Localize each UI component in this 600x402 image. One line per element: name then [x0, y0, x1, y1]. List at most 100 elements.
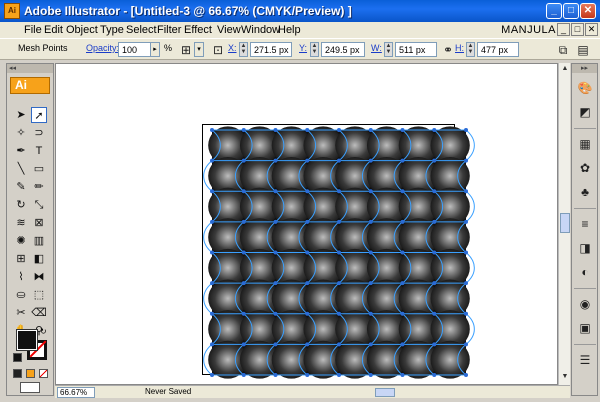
type-tool-icon[interactable]: T [31, 143, 47, 159]
y-stepper[interactable]: ▲ ▼ [310, 42, 319, 57]
transparency-panel-icon[interactable]: ◐ [577, 264, 593, 280]
mesh-point [305, 281, 310, 286]
horizontal-scroll-thumb[interactable] [375, 388, 395, 397]
live-paint-selection-tool-icon[interactable]: ⬚ [31, 287, 47, 303]
scale-tool-icon[interactable]: ⤡ [31, 197, 47, 213]
symbols-panel-icon[interactable]: ♣ [577, 184, 593, 200]
gradient-mesh-artwork[interactable] [56, 64, 558, 385]
rotate-tool-icon[interactable]: ↻ [13, 197, 29, 213]
w-stepper[interactable]: ▲ ▼ [384, 42, 393, 57]
pencil-tool-icon[interactable]: ✏ [31, 179, 47, 195]
y-input[interactable] [321, 42, 365, 57]
ai-logo: Ai [10, 77, 50, 94]
default-colors-icon[interactable] [13, 353, 22, 362]
menu-object[interactable]: Object [66, 24, 98, 36]
rectangle-tool-icon[interactable]: ▭ [31, 161, 47, 177]
menu-file[interactable]: File [24, 24, 42, 36]
opacity-dropdown[interactable]: ▸ [150, 42, 160, 57]
slice-tool-icon[interactable]: ✂ [13, 305, 29, 321]
constrain-proportions-icon[interactable]: ⚭ [440, 42, 456, 58]
color-panel-icon[interactable]: 🎨 [577, 80, 593, 96]
layers-panel-icon[interactable]: ☰ [577, 352, 593, 368]
menu-filter[interactable]: Filter [157, 24, 181, 36]
tools-panel-collapse-icon[interactable]: ◂◂ [7, 64, 53, 73]
mesh-point [305, 250, 310, 255]
brushes-panel-icon[interactable]: ✿ [577, 160, 593, 176]
line-segment-tool-icon[interactable]: ╲ [13, 161, 29, 177]
mesh-point [305, 219, 310, 224]
screen-mode-icon[interactable] [20, 382, 40, 393]
gradient-panel-icon[interactable]: ◨ [577, 240, 593, 256]
mesh-point [400, 281, 405, 286]
stroke-panel-icon[interactable]: ≡ [577, 216, 593, 232]
h-input[interactable] [477, 42, 519, 57]
selection-tool-icon[interactable]: ➤ [13, 107, 29, 123]
blend-tool-icon[interactable]: ⧓ [31, 269, 47, 285]
direct-selection-tool-icon[interactable]: ➚ [31, 107, 47, 123]
eraser-tool-icon[interactable]: ⌫ [31, 305, 47, 321]
paintbrush-tool-icon[interactable]: ✎ [13, 179, 29, 195]
x-input[interactable] [250, 42, 292, 57]
mesh-point [464, 128, 468, 132]
gradient-mode-icon[interactable] [26, 369, 35, 378]
gradient-tool-icon[interactable]: ◧ [31, 251, 47, 267]
graph-tool-icon[interactable]: ▥ [31, 233, 47, 249]
warp-tool-icon[interactable]: ≋ [13, 215, 29, 231]
x-label[interactable]: X: [228, 43, 237, 53]
symbol-sprayer-tool-icon[interactable]: ✺ [13, 233, 29, 249]
menu-type[interactable]: Type [100, 24, 124, 36]
close-icon[interactable]: ✕ [580, 3, 596, 19]
w-label[interactable]: W: [371, 43, 382, 53]
control-panel-menu-icon[interactable]: ▤ [575, 42, 591, 58]
menu-help[interactable]: Help [278, 24, 301, 36]
fill-swatch[interactable] [16, 329, 38, 351]
mesh-object[interactable] [203, 126, 475, 379]
graphic-styles-panel-icon[interactable]: ▣ [577, 320, 593, 336]
reference-point-icon[interactable]: ⊡ [210, 42, 226, 58]
mesh-point [432, 373, 437, 377]
menu-view[interactable]: View [217, 24, 241, 36]
mesh-options-dropdown[interactable]: ▾ [194, 42, 204, 57]
menu-window[interactable]: Window [241, 24, 280, 36]
menu-select[interactable]: Select [126, 24, 157, 36]
vertical-scroll-thumb[interactable] [560, 213, 570, 233]
menu-effect[interactable]: Effect [184, 24, 212, 36]
mesh-tool-icon[interactable]: ⊞ [13, 251, 29, 267]
appearance-panel-icon[interactable]: ◉ [577, 296, 593, 312]
maximize-icon[interactable]: □ [563, 3, 579, 19]
pen-tool-icon[interactable]: ✒ [13, 143, 29, 159]
swatches-panel-icon[interactable]: ▦ [577, 136, 593, 152]
document-canvas[interactable] [55, 63, 558, 385]
doc-restore-icon[interactable]: □ [571, 23, 584, 36]
eyedropper-tool-icon[interactable]: ⌇ [13, 269, 29, 285]
scroll-down-icon[interactable]: ▼ [560, 372, 570, 382]
document-status[interactable]: Never Saved [145, 387, 191, 396]
color-mode-icon[interactable] [13, 369, 22, 378]
w-input[interactable] [395, 42, 437, 57]
doc-close-icon[interactable]: ✕ [585, 23, 598, 36]
opacity-label[interactable]: Opacity: [86, 43, 119, 53]
menu-edit[interactable]: Edit [44, 24, 63, 36]
lasso-tool-icon[interactable]: ⊃ [31, 125, 47, 141]
magic-wand-tool-icon[interactable]: ✧ [13, 125, 29, 141]
isolate-group-icon[interactable]: ⧉ [555, 42, 571, 58]
scroll-up-icon[interactable]: ▲ [560, 64, 570, 74]
mesh-point [273, 342, 278, 347]
vertical-scrollbar[interactable]: ▲ ▼ [558, 63, 570, 385]
minimize-icon[interactable]: _ [546, 3, 562, 19]
mesh-point [464, 373, 468, 377]
color-guide-icon[interactable]: ◩ [577, 104, 593, 120]
doc-minimize-icon[interactable]: _ [557, 23, 570, 36]
swap-fill-stroke-icon[interactable]: ↻ [40, 327, 49, 336]
free-transform-tool-icon[interactable]: ⊠ [31, 215, 47, 231]
dock-expand-icon[interactable]: ▸▸ [572, 64, 597, 73]
mesh-icon[interactable]: ⊞ [178, 42, 194, 58]
h-stepper[interactable]: ▲ ▼ [466, 42, 475, 57]
mesh-point [305, 189, 310, 194]
x-stepper[interactable]: ▲ ▼ [239, 42, 248, 57]
y-label[interactable]: Y: [299, 43, 307, 53]
live-paint-bucket-tool-icon[interactable]: ⛀ [13, 287, 29, 303]
zoom-level-field[interactable]: 66.67% [57, 387, 95, 398]
none-mode-icon[interactable] [39, 369, 48, 378]
h-label[interactable]: H: [455, 43, 464, 53]
